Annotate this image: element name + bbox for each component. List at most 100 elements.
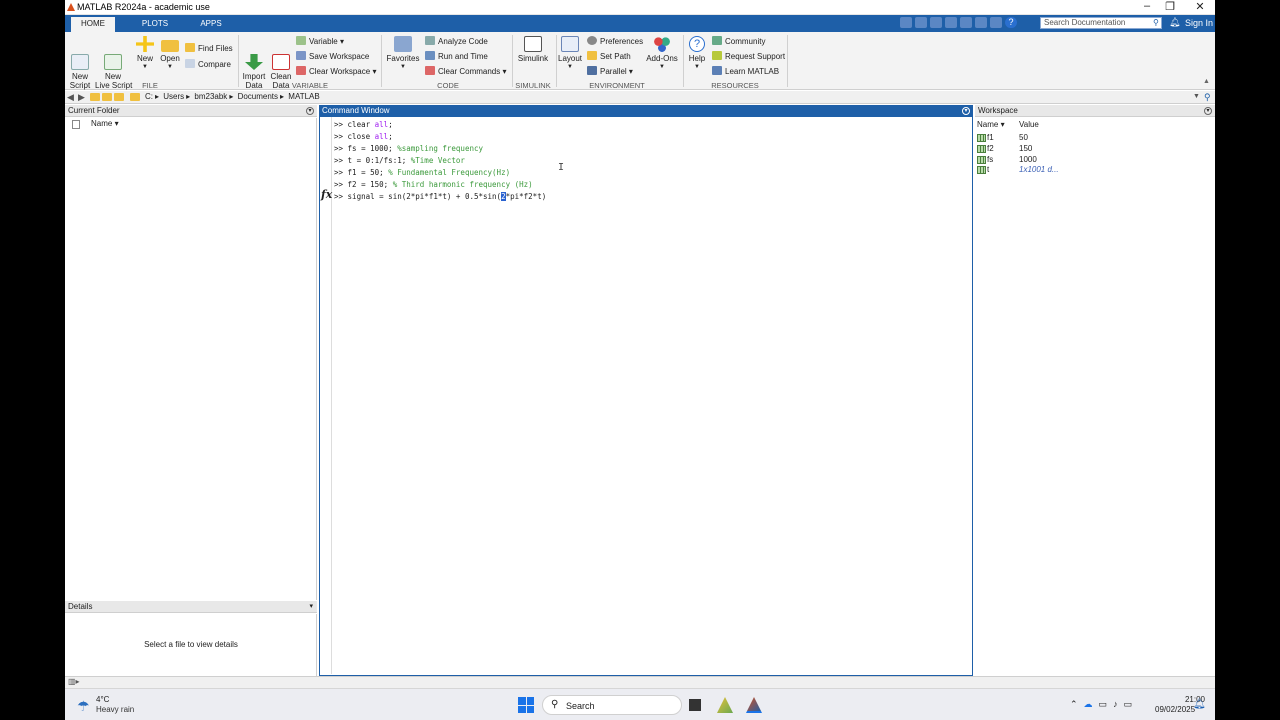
breadcrumb-item[interactable]: Users: [163, 92, 184, 101]
command-window[interactable]: >> clear all; >> close all; >> fs = 1000…: [319, 117, 973, 676]
help-icon[interactable]: ?: [1005, 17, 1017, 28]
browse-folder-icon[interactable]: [102, 93, 112, 101]
find-files-icon: [185, 43, 195, 52]
simulink-button[interactable]: Simulink: [516, 36, 550, 63]
notification-bell-icon[interactable]: 🔔︎: [1193, 699, 1206, 710]
breadcrumb-item[interactable]: C:: [145, 92, 153, 101]
panel-actions-icon[interactable]: ▾: [306, 107, 314, 115]
addons-button[interactable]: Add-Ons ▼: [645, 36, 679, 72]
back-arrow-icon[interactable]: ◀: [67, 92, 74, 103]
set-path-button[interactable]: Set Path: [587, 51, 631, 62]
search-icon[interactable]: ⚲: [1153, 18, 1159, 27]
community-link[interactable]: Community: [712, 36, 765, 47]
breadcrumb-item[interactable]: Documents: [238, 92, 278, 101]
windows-start-icon[interactable]: [518, 697, 534, 713]
network-icon[interactable]: ▭: [1099, 699, 1108, 709]
ribbon-toolbar: New Script New Live Script New ▼ Open ▼ Fi…: [65, 32, 1215, 90]
import-data-icon: [245, 54, 263, 70]
redo-icon[interactable]: [975, 17, 987, 28]
new-button[interactable]: New ▼: [135, 36, 155, 72]
folder-options-icon[interactable]: [114, 93, 124, 101]
find-files-button[interactable]: Find Files: [185, 43, 233, 54]
cut-icon[interactable]: [915, 17, 927, 28]
preferences-button[interactable]: Preferences: [587, 36, 643, 47]
workspace-value-column-header[interactable]: Value: [1019, 120, 1039, 129]
chevron-up-icon[interactable]: ⌃: [1070, 699, 1078, 709]
clear-commands-button[interactable]: Clear Commands ▾: [425, 66, 507, 77]
ribbon-separator: [556, 35, 557, 87]
favorites-button[interactable]: Favorites ▼: [385, 36, 421, 72]
panel-actions-icon[interactable]: ▾: [1204, 107, 1212, 115]
code-group-label: CODE: [437, 81, 459, 90]
tab-apps[interactable]: APPS: [191, 17, 231, 32]
workspace-row[interactable]: f1 50: [975, 133, 1215, 144]
chevron-down-icon[interactable]: ▾: [309, 601, 313, 613]
undo-icon[interactable]: [960, 17, 972, 28]
breadcrumb-item[interactable]: MATLAB: [288, 92, 319, 101]
command-input-line[interactable]: >> signal = sin(2*pi*f1*t) + 0.5*sin(2*p…: [334, 191, 546, 203]
onedrive-cloud-icon[interactable]: ☁: [1084, 699, 1093, 709]
matlab-taskbar-icon[interactable]: [746, 697, 762, 713]
import-data-button[interactable]: Import Data: [241, 36, 267, 99]
collapse-ribbon-icon[interactable]: ▲: [1203, 78, 1210, 85]
variable-icon: [296, 36, 306, 45]
compare-button[interactable]: Compare: [185, 59, 231, 70]
help-button[interactable]: ? Help ▼: [687, 36, 707, 72]
close-button[interactable]: ✕: [1192, 0, 1208, 13]
search-folder-icon[interactable]: ⚲: [1204, 92, 1211, 103]
forward-arrow-icon[interactable]: ▶: [78, 92, 85, 103]
analyze-code-button[interactable]: Analyze Code: [425, 36, 488, 47]
paste-icon[interactable]: [945, 17, 957, 28]
details-header: Details ▾: [65, 601, 317, 613]
new-script-button[interactable]: New Script: [67, 36, 93, 99]
chevron-down-icon[interactable]: ▼: [1193, 93, 1200, 100]
weather-temperature[interactable]: 4°C: [96, 695, 109, 704]
up-folder-icon[interactable]: [90, 93, 100, 101]
panel-actions-icon[interactable]: ▾: [962, 107, 970, 115]
learn-matlab-link[interactable]: Learn MATLAB: [712, 66, 779, 77]
variable-button[interactable]: Variable ▾: [296, 36, 344, 47]
minimize-button[interactable]: –: [1139, 0, 1155, 12]
matlab-window: MATLAB R2024a - academic use – ❐ ✕ HOME …: [65, 0, 1215, 720]
save-workspace-button[interactable]: Save Workspace: [296, 51, 369, 62]
open-button[interactable]: Open ▼: [159, 36, 181, 72]
ribbon-separator: [512, 35, 513, 87]
favorites-icon: [394, 36, 412, 52]
title-bar: MATLAB R2024a - academic use – ❐ ✕: [65, 0, 1215, 15]
maximize-button[interactable]: ❐: [1162, 0, 1178, 13]
battery-icon[interactable]: ▭: [1124, 699, 1133, 709]
select-all-checkbox[interactable]: [72, 120, 80, 129]
i-beam-cursor-icon: I: [558, 162, 565, 173]
bell-icon[interactable]: 🔔︎: [1169, 17, 1180, 28]
task-view-icon[interactable]: [689, 699, 701, 711]
parallel-button[interactable]: Parallel ▾: [587, 66, 633, 77]
copy-icon[interactable]: [930, 17, 942, 28]
run-and-time-button[interactable]: Run and Time: [425, 51, 488, 62]
request-support-link[interactable]: Request Support: [712, 51, 785, 62]
name-column-header[interactable]: Name ▾: [91, 119, 119, 128]
weather-rain-icon[interactable]: ☂: [77, 698, 90, 715]
volume-icon[interactable]: ♪: [1113, 699, 1118, 709]
workspace-name-column-header[interactable]: Name ▾: [977, 120, 1005, 129]
workspace-row[interactable]: f2 150: [975, 144, 1215, 155]
clear-workspace-icon: [296, 66, 306, 75]
quick-access-toolbar: ?: [900, 17, 1035, 29]
save-icon[interactable]: [900, 17, 912, 28]
switch-windows-icon[interactable]: [990, 17, 1002, 28]
current-folder-title: Current Folder: [68, 106, 120, 115]
search-documentation-input[interactable]: Search Documentation: [1040, 17, 1162, 29]
weather-description[interactable]: Heavy rain: [96, 705, 134, 714]
resources-group-label: RESOURCES: [711, 81, 759, 90]
taskbar-search-box[interactable]: ⚲ Search: [542, 695, 682, 715]
tab-home[interactable]: HOME: [71, 17, 115, 32]
breadcrumb-item[interactable]: bm23abk: [194, 92, 227, 101]
app-icon[interactable]: [717, 697, 733, 713]
ribbon-separator: [238, 35, 239, 87]
clear-workspace-button[interactable]: Clear Workspace ▾: [296, 66, 376, 77]
sign-in-link[interactable]: Sign In: [1185, 18, 1213, 28]
tab-plots[interactable]: PLOTS: [133, 17, 177, 32]
details-title: Details: [68, 602, 93, 611]
function-browser-icon[interactable]: fx: [321, 188, 332, 201]
layout-button[interactable]: Layout ▼: [558, 36, 582, 72]
workspace-row[interactable]: t 1x1001 d...: [975, 165, 1215, 176]
